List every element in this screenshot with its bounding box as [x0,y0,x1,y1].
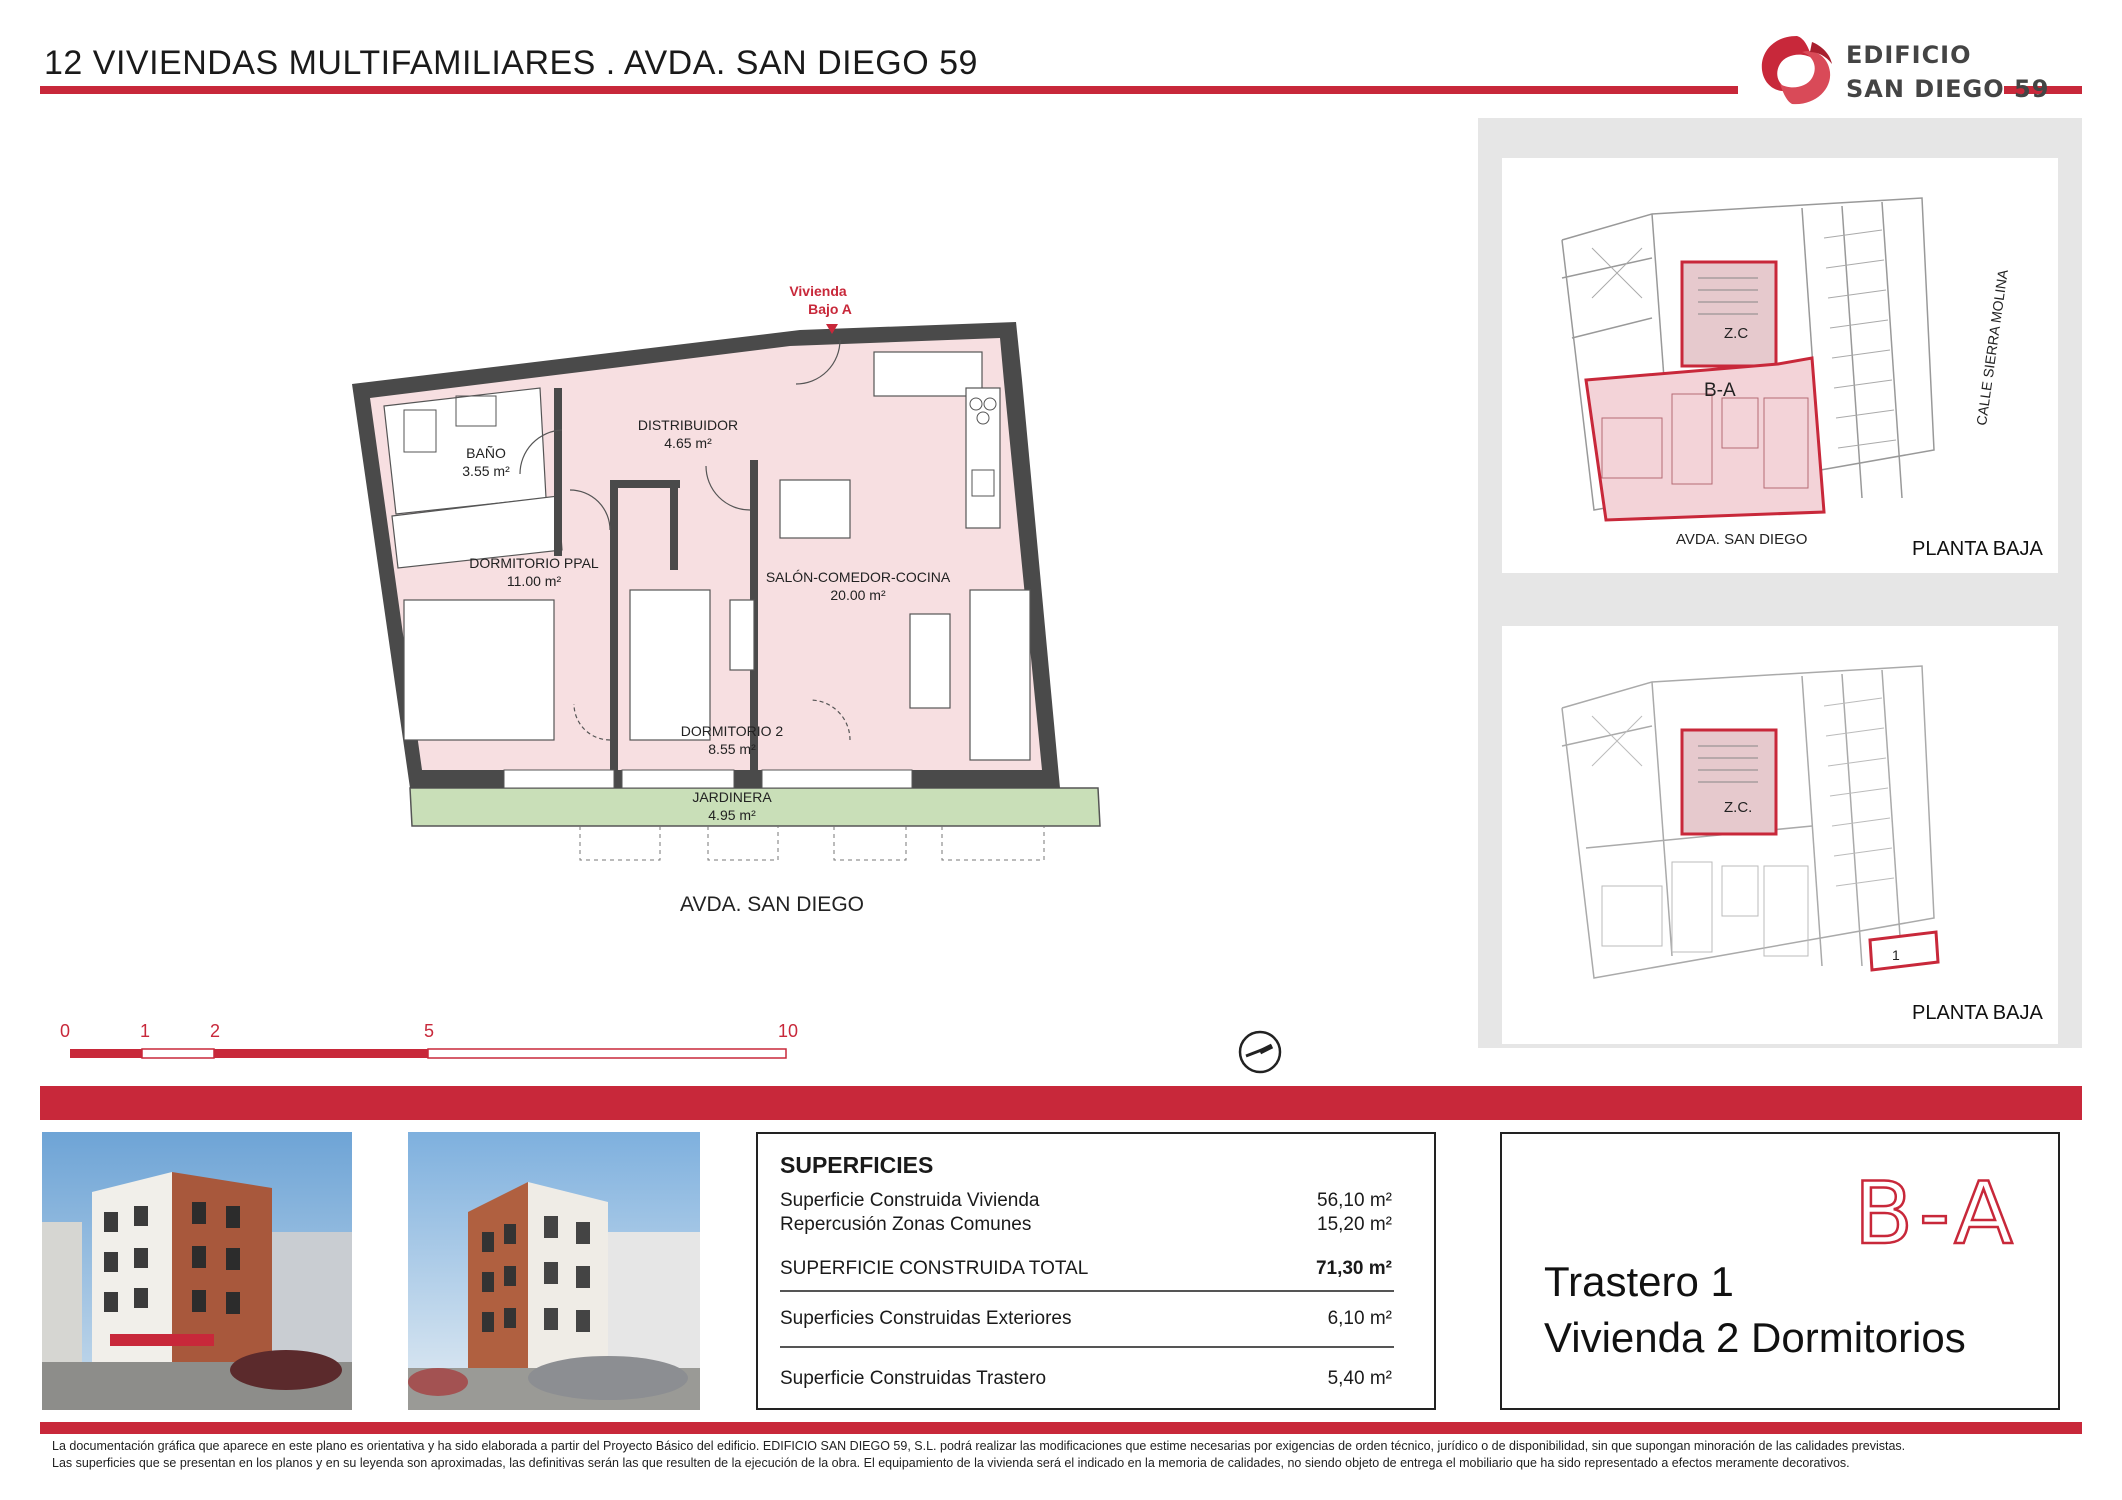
scale-bar: 0 1 2 5 10 [60,1021,798,1059]
single-bed [629,589,711,741]
unit-code: B-A [1853,1163,2019,1266]
room-area-garden: 4.95 m² [708,807,756,823]
wall-bath [554,388,562,556]
unit-summary: B-A Trastero 1 Vivienda 2 Dormitorios [1500,1132,2060,1410]
desk [729,599,755,671]
dining-table [779,479,851,539]
coffee-table [909,613,951,709]
areas-title: SUPERFICIES [780,1152,934,1178]
room-name-master: DORMITORIO PPAL [469,555,599,571]
scale-tick-10: 10 [778,1021,798,1041]
area-label: Superficie Construida Vivienda [780,1190,1040,1211]
kitchen-counter-side [965,387,1001,529]
areas-table: SUPERFICIES Superficie Construida Vivien… [756,1132,1436,1410]
room-area-living: 20.00 m² [830,587,886,603]
room-name-living: SALÓN-COMEDOR-COCINA [766,569,951,585]
area-value: 6,10 m² [1327,1308,1392,1329]
area-value: 71,30 m² [1315,1258,1392,1279]
north-arrow-icon [1238,1030,1282,1074]
wall-bed1 [610,480,618,770]
room-name-garden: JARDINERA [692,789,772,805]
window-2 [621,769,735,789]
unit-type: Vivienda 2 Dormitorios [1544,1314,1966,1361]
area-value: 56,10 m² [1317,1190,1392,1211]
bath-area [383,387,547,515]
building-render-1 [42,1132,352,1410]
entry-label-2: Bajo A [808,301,852,317]
key-common-label-2: Z.C. [1724,799,1752,816]
scale-tick-0: 0 [60,1021,70,1041]
room-name-hall: DISTRIBUIDOR [638,417,738,433]
double-bed [403,599,555,741]
area-label: Repercusión Zonas Comunes [780,1214,1032,1235]
sofa [969,589,1031,761]
swirl-logo-icon [1761,36,1832,105]
footer-divider [40,1422,2082,1434]
header-divider [40,86,1738,94]
area-value: 15,20 m² [1317,1214,1392,1235]
floor-plan: Vivienda Bajo A BAÑO 3.55 m² DISTRIBUIDO… [352,283,1101,861]
window-3 [761,769,913,789]
disclaimer-line-2: Las superficies que se presentan en los … [52,1456,1850,1470]
area-label: Superficie Construidas Trastero [780,1368,1047,1389]
logo-line-2: SAN DIEGO 59 [1846,75,2050,103]
unit-storage: Trastero 1 [1544,1258,1734,1305]
room-area-hall: 4.65 m² [664,435,712,451]
storage-number: 1 [1892,947,1900,963]
area-label: Superficies Construidas Exteriores [780,1308,1072,1329]
key-plan-ground-unit: Z.C B-A AVDA. SAN DIEGO CALLE SIERRA MOL… [1502,158,2058,573]
key-street-bottom: AVDA. SAN DIEGO [1676,531,1807,548]
key-floor-label-top: PLANTA BAJA [1912,538,2043,560]
key-floor-label-bottom: PLANTA BAJA [1912,1002,2043,1024]
area-label: SUPERFICIE CONSTRUIDA TOTAL [780,1258,1089,1279]
area-separator [780,1290,1394,1292]
area-value: 5,40 m² [1327,1368,1392,1389]
wall-corridor [610,480,680,488]
room-area-bed2: 8.55 m² [708,741,756,757]
key-plan-ground-storage: Z.C. 1 PLANTA BAJA [1502,626,2058,1044]
brand-logo: EDIFICIO SAN DIEGO 59 [1752,28,2048,112]
legal-disclaimer: La documentación gráfica que aparece en … [52,1438,2072,1472]
room-area-master: 11.00 m² [507,573,562,589]
storage-highlight [1868,930,1940,972]
disclaimer-line-1: La documentación gráfica que aparece en … [52,1439,1906,1453]
section-band [40,1086,2082,1120]
scale-tick-1: 1 [140,1021,150,1041]
building-render-2 [408,1132,700,1410]
window-1 [503,769,615,789]
wall-stub [670,480,678,570]
key-common-label: Z.C [1724,325,1748,342]
scale-tick-2: 2 [210,1021,220,1041]
key-unit-label: B-A [1704,380,1736,401]
street-label: AVDA. SAN DIEGO [680,893,864,916]
logo-line-1: EDIFICIO [1846,41,1972,69]
room-name-bed2: DORMITORIO 2 [681,723,784,739]
page-title: 12 VIVIENDAS MULTIFAMILIARES . AVDA. SAN… [44,44,978,82]
entry-label-1: Vivienda [789,283,847,299]
key-street-side: CALLE SIERRA MOLINA [1973,268,2011,427]
area-separator [780,1346,1394,1348]
room-name-bath: BAÑO [466,445,506,461]
room-area-bath: 3.55 m² [462,463,510,479]
scale-tick-5: 5 [424,1021,434,1041]
